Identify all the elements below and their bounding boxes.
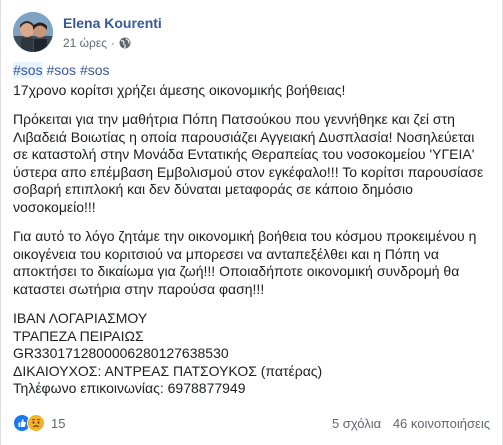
author-name[interactable]: Elena Kourenti <box>63 14 162 32</box>
avatar[interactable] <box>13 12 53 52</box>
post-body: #sos #sos #sos 17χρονο κορίτσι χρήζει άμ… <box>13 62 491 398</box>
paragraph-line: σε καταστολή στην Μονάδα Εντατικής Θεραπ… <box>13 146 475 162</box>
post-paragraph-2: Για αυτό το λόγο ζητάμε την οικονομική β… <box>13 228 491 298</box>
paragraph-line: οικογένεια του κοριτσιού να μπορεσει να … <box>13 245 439 262</box>
paragraph-line: σοβαρή επιπλοκή και δεν δύναται μεταφορά… <box>13 181 413 197</box>
hashtag-link[interactable]: #sos <box>13 62 43 78</box>
phone-line: Τηλέφωνο επικοινωνίας: 6978877949 <box>13 380 246 396</box>
post-paragraph-1: Πρόκειται για την μαθήτρια Πόπη Πατσούκο… <box>13 111 491 216</box>
hashtags: #sos #sos #sos <box>13 62 491 80</box>
hashtag-link[interactable]: #sos <box>80 62 110 78</box>
paragraph-line: Για αυτό το λόγο ζητάμε την οικονομική β… <box>13 228 477 244</box>
sad-icon <box>27 414 45 432</box>
separator-dot: · <box>111 36 116 50</box>
paragraph-line: καταστει σωτήρια στην παρούσα φαση!!! <box>13 280 265 297</box>
post-headline: 17χρονο κορίτσι χρήζει άμεσης οικονομική… <box>13 82 491 100</box>
globe-icon[interactable] <box>119 37 131 49</box>
reactions-summary[interactable]: 15 <box>13 414 65 432</box>
post-card: Elena Kourenti 21 ώρες · #sos #sos #sos <box>0 0 503 445</box>
hashtag-link[interactable]: #sos <box>46 62 76 78</box>
comments-count-link[interactable]: 5 σχόλια <box>332 416 381 431</box>
post-subline: 21 ώρες · <box>63 35 162 51</box>
paragraph-line: νοσοκομείο!!! <box>13 198 96 215</box>
bank-line: ΤΡΑΠΕΖΑ ΠΕΙΡΑΙΩΣ <box>13 327 144 344</box>
post-footer: 15 5 σχόλια 46 κοινοποιήσεις <box>13 413 490 433</box>
bank-line: ΙΒΑΝ ΛΟΓΑΡΙΑΣΜΟΥ <box>13 310 148 326</box>
paragraph-line: αποκτήσει το δικαίωμα για ζωή!!! Οποιαδή… <box>13 263 460 279</box>
shares-count-link[interactable]: 46 κοινοποιήσεις <box>393 416 490 431</box>
paragraph-line: Λιβαδειά Βοιωτίας η οποία παρουσιάζει Αγ… <box>13 128 475 145</box>
bank-line: ΔΙΚΑΙΟΥΧΟΣ: ΑΝΤΡΕΑΣ ΠΑΤΣΟΥΚΟΣ (πατέρας) <box>13 362 323 379</box>
post-header: Elena Kourenti 21 ώρες · <box>13 12 162 52</box>
reaction-count[interactable]: 15 <box>51 416 65 431</box>
paragraph-line: ύστερα απο επέμβαση Εμβολισμού στον εγκέ… <box>13 163 484 180</box>
reaction-icons <box>13 414 45 432</box>
post-timestamp[interactable]: 21 ώρες <box>63 35 107 51</box>
paragraph-line: Πρόκειται για την μαθήτρια Πόπη Πατσούκο… <box>13 111 455 127</box>
post-meta: Elena Kourenti 21 ώρες · <box>63 12 162 51</box>
bank-details: ΙΒΑΝ ΛΟΓΑΡΙΑΣΜΟΥ ΤΡΑΠΕΖΑ ΠΕΙΡΑΙΩΣ GR3301… <box>13 310 491 398</box>
post-stats: 5 σχόλια 46 κοινοποιήσεις <box>332 416 490 431</box>
iban-number: GR3301712800006280127638530 <box>13 345 229 361</box>
headline-text: 17χρονο κορίτσι χρήζει άμεσης οικονομική… <box>13 81 346 98</box>
